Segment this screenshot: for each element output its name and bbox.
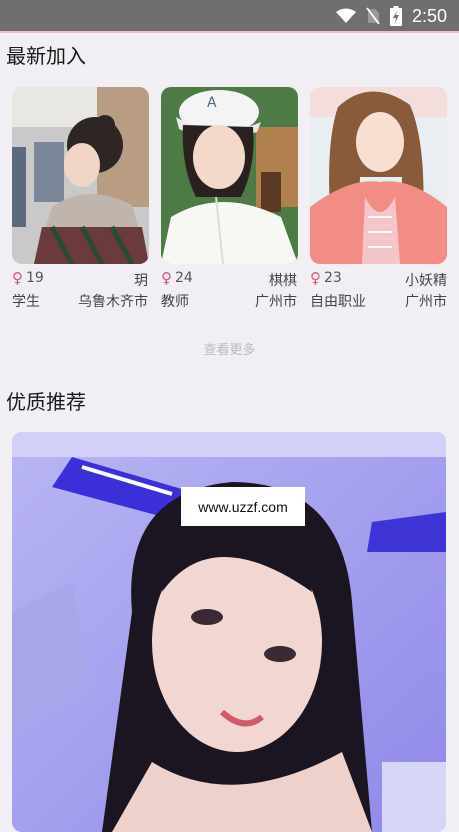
member-age-value: 19	[26, 270, 44, 286]
section-title-new: 最新加入	[6, 44, 86, 68]
member-photo-2: A	[161, 87, 298, 264]
female-icon: ♀	[161, 268, 172, 287]
member-age-3: ♀ 23	[310, 270, 342, 286]
member-name-1: 玥	[134, 273, 148, 289]
member-name-3: 小妖精	[405, 273, 447, 289]
wifi-icon	[335, 8, 356, 23]
member-photo-3	[310, 87, 447, 264]
member-age-2: ♀ 24	[161, 270, 193, 286]
member-city-2: 广州市	[255, 294, 297, 310]
member-job-2: 教师	[161, 294, 189, 310]
member-age-value: 23	[324, 270, 342, 286]
header-divider	[0, 31, 459, 33]
member-age-1: ♀ 19	[12, 270, 44, 286]
member-card-2[interactable]: A	[161, 87, 298, 264]
no-sim-icon	[366, 7, 380, 25]
status-time: 2:50	[411, 5, 447, 26]
section-title-recommend: 优质推荐	[6, 390, 86, 414]
battery-charging-icon	[389, 6, 402, 26]
member-card-3[interactable]	[310, 87, 447, 264]
female-icon: ♀	[12, 268, 23, 287]
watermark-label: www.uzzf.com	[181, 487, 305, 526]
female-icon: ♀	[310, 268, 321, 287]
status-bar: 2:50	[0, 0, 459, 31]
member-job-1: 学生	[12, 294, 40, 310]
member-card-1[interactable]	[12, 87, 149, 264]
see-more-link[interactable]: 查看更多	[0, 339, 459, 358]
member-photo-1	[12, 87, 149, 264]
member-city-1: 乌鲁木齐市	[78, 294, 148, 310]
member-age-value: 24	[175, 270, 193, 286]
member-job-3: 自由职业	[310, 294, 366, 310]
member-name-2: 棋棋	[269, 273, 297, 289]
svg-text:A: A	[207, 95, 217, 111]
member-city-3: 广州市	[405, 294, 447, 310]
